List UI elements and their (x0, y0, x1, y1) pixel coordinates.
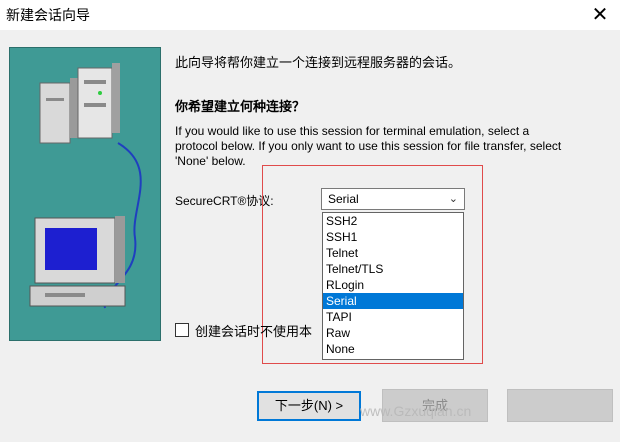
close-icon[interactable]: ✕ (580, 0, 620, 30)
no-wizard-checkbox-label: 创建会话时不使用本 (195, 324, 313, 339)
intro-text: 此向导将帮你建立一个连接到远程服务器的会话。 (175, 55, 462, 70)
connection-question: 你希望建立何种连接？ (175, 99, 306, 114)
window-title: 新建会话向导 (6, 7, 90, 23)
drive-slot (45, 293, 85, 297)
protocol-option-none[interactable]: None (323, 341, 463, 357)
title-bar: 新建会话向导 ✕ (0, 0, 620, 30)
protocol-option-ssh1[interactable]: SSH1 (323, 229, 463, 245)
cancel-button[interactable] (507, 389, 613, 422)
protocol-option-raw[interactable]: Raw (323, 325, 463, 341)
server-slot (84, 80, 106, 84)
watermark: www.Gzxuqian.cn (360, 403, 472, 419)
protocol-selected-value: Serial (328, 192, 359, 206)
protocol-option-ssh2[interactable]: SSH2 (323, 213, 463, 229)
monitor-side (115, 216, 125, 283)
protocol-option-tapi[interactable]: TAPI (323, 309, 463, 325)
protocol-dropdown-list[interactable]: SSH2 SSH1 Telnet Telnet/TLS RLogin Seria… (322, 212, 464, 360)
server-right-side (112, 63, 120, 133)
description-text: If you would like to use this session fo… (175, 124, 562, 168)
chevron-down-icon: ⌄ (448, 192, 458, 205)
wizard-illustration (9, 47, 161, 341)
protocol-option-serial[interactable]: Serial (323, 293, 463, 309)
next-button[interactable]: 下一步(N) > (257, 391, 361, 421)
server-computer-icon (29, 63, 142, 309)
no-wizard-checkbox[interactable] (175, 323, 189, 337)
server-led (98, 91, 102, 95)
server-left (39, 82, 71, 144)
server-slot (84, 103, 106, 107)
protocol-option-rlogin[interactable]: RLogin (323, 277, 463, 293)
protocol-option-telnet[interactable]: Telnet (323, 245, 463, 261)
protocol-label: SecureCRT®协议: (175, 194, 274, 208)
protocol-select[interactable]: Serial ⌄ (321, 188, 465, 210)
protocol-option-telnet-tls[interactable]: Telnet/TLS (323, 261, 463, 277)
monitor-screen (45, 228, 97, 270)
server-left-side (70, 78, 78, 138)
server-slot (46, 98, 64, 101)
